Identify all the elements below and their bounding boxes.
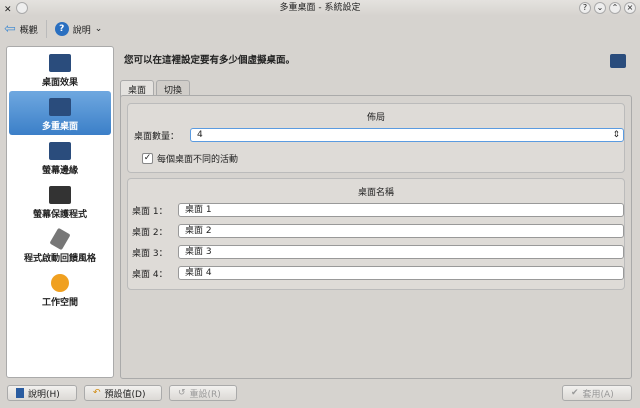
- sidebar-item-screen-edges[interactable]: 螢幕邊緣: [7, 135, 113, 179]
- title-bar: ✕ 多重桌面 - 系統設定 ? ⌄ ⌃ ×: [0, 0, 640, 16]
- count-label: 桌面數量：: [134, 131, 180, 142]
- desktop-name-input[interactable]: 桌面 3: [178, 245, 624, 259]
- layout-group: 佈局 桌面數量： 4 ⇕ ✓ 每個桌面不同的活動: [127, 103, 625, 173]
- close-button[interactable]: ×: [624, 2, 636, 14]
- defaults-button[interactable]: ↶ 預設值(D): [84, 385, 162, 401]
- maximize-button[interactable]: ⌃: [609, 2, 621, 14]
- virtual-desktops-icon: [610, 54, 626, 68]
- checkmark-icon: ✔: [571, 388, 579, 398]
- sidebar-item-workspace[interactable]: 工作空間: [7, 267, 113, 311]
- help-button[interactable]: 說明(H): [7, 385, 77, 401]
- reset-icon: ↺: [178, 388, 186, 398]
- window-title: 多重桌面 - 系統設定: [279, 3, 361, 13]
- help-menu-button[interactable]: ? 說明 ⌄: [54, 22, 103, 36]
- sidebar-item-virtual-desktops[interactable]: 多重桌面: [9, 91, 111, 135]
- help-book-icon: [16, 388, 24, 398]
- desktop-name-input[interactable]: 桌面 1: [178, 203, 624, 217]
- pin-button[interactable]: [15, 2, 28, 14]
- different-activity-checkbox[interactable]: ✓: [142, 153, 153, 164]
- sidebar-item-screensaver[interactable]: 螢幕保護程式: [7, 179, 113, 223]
- page-description: 您可以在這裡設定要有多少個虛擬桌面。: [124, 55, 296, 66]
- toolbar-divider: [45, 20, 47, 38]
- names-title: 桌面名稱: [357, 188, 394, 198]
- chevron-down-icon: ⌄: [94, 24, 103, 34]
- sidebar: 桌面效果 多重桌面 螢幕邊緣 螢幕保護程式 程式啟動回饋風格 工作空間: [6, 46, 114, 378]
- layout-title: 佈局: [366, 113, 385, 123]
- help-title-button[interactable]: ?: [579, 2, 591, 14]
- minimize-button[interactable]: ⌄: [594, 2, 606, 14]
- sidebar-item-launch-feedback[interactable]: 程式啟動回饋風格: [7, 223, 113, 267]
- tab-panel: 佈局 桌面數量： 4 ⇕ ✓ 每個桌面不同的活動 桌面名稱 桌面 1： 桌面 1 桌面 …: [120, 95, 632, 379]
- workspace-icon: [51, 274, 69, 292]
- back-arrow-icon: ⇦: [4, 21, 16, 37]
- desktop-name-input[interactable]: 桌面 2: [178, 224, 624, 238]
- virtual-desktops-icon: [49, 98, 71, 116]
- desktop-effects-icon: [49, 54, 71, 72]
- different-activity-label: 每個桌面不同的活動: [157, 155, 239, 165]
- overview-button[interactable]: ⇦ 概觀: [4, 21, 38, 37]
- reset-button[interactable]: ↺ 重設(R): [169, 385, 237, 401]
- desktop-count-spinbox[interactable]: 4 ⇕: [190, 128, 624, 142]
- desktop-name-input[interactable]: 桌面 4: [178, 266, 624, 280]
- help-icon: ?: [54, 22, 69, 36]
- app-icon: ✕: [4, 5, 12, 15]
- names-group: 桌面名稱 桌面 1： 桌面 1 桌面 2： 桌面 2 桌面 3： 桌面 3 桌面 4：…: [127, 178, 625, 290]
- apply-button[interactable]: ✔ 套用(A): [562, 385, 632, 401]
- rocket-icon: [49, 227, 71, 251]
- sidebar-item-desktop-effects[interactable]: 桌面效果: [7, 47, 113, 91]
- defaults-icon: ↶: [93, 388, 101, 398]
- screen-edges-icon: [49, 142, 71, 160]
- monitor-icon: [49, 186, 71, 204]
- spin-arrows-icon[interactable]: ⇕: [612, 129, 620, 141]
